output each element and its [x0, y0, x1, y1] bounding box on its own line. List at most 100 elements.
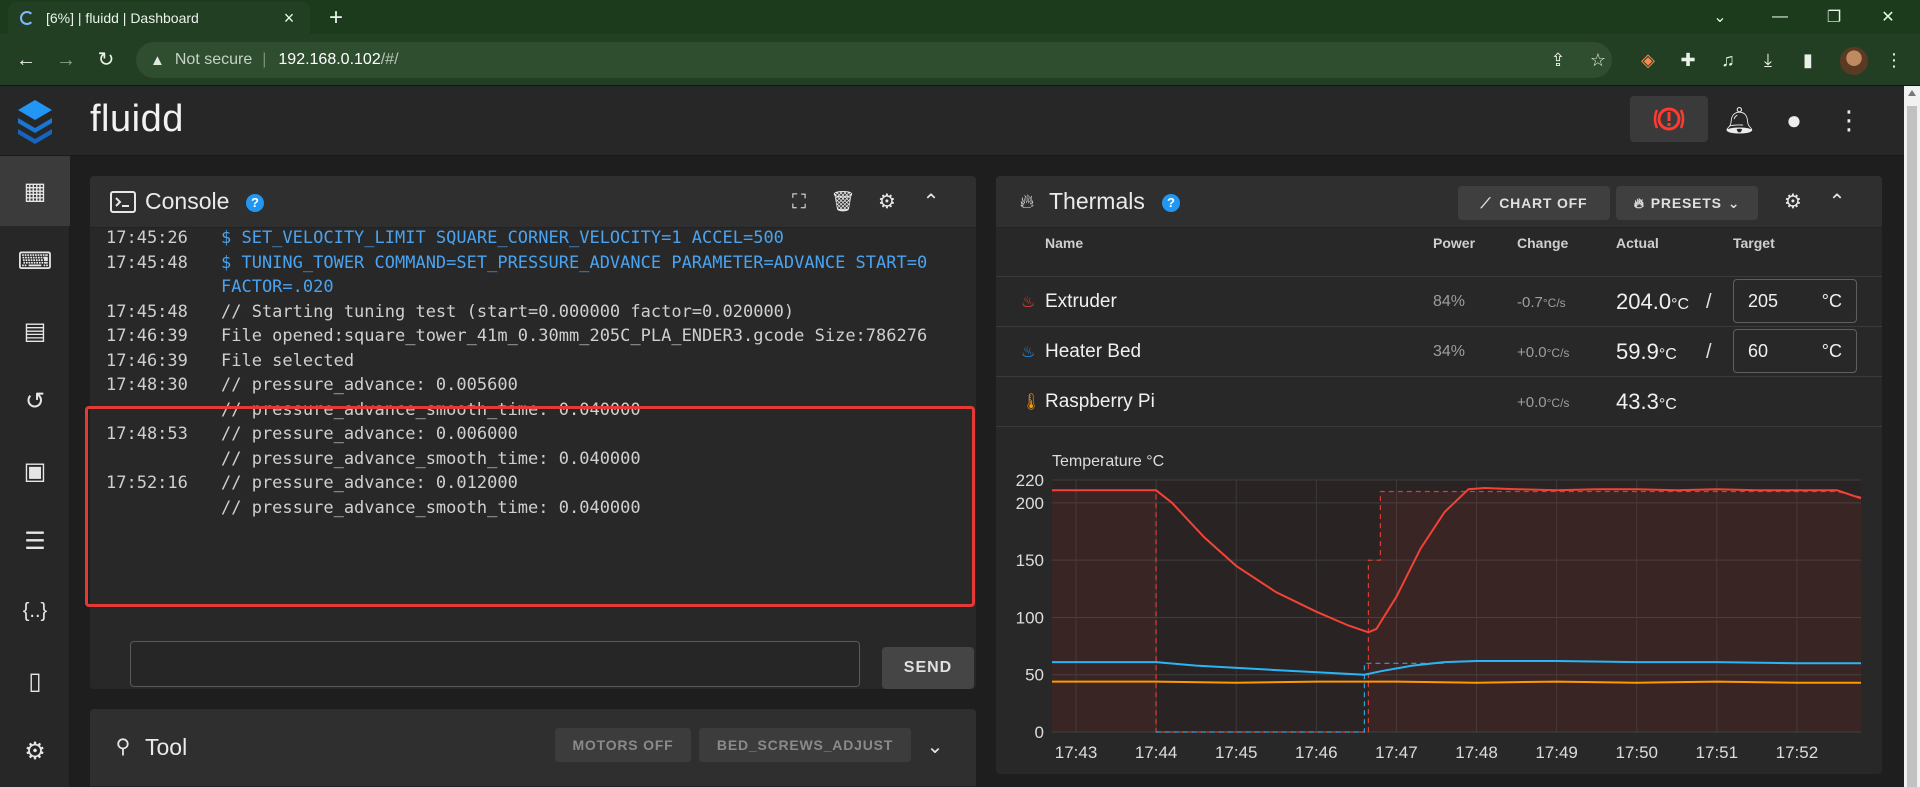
- thermal-row-heater-bed[interactable]: ♨ Heater Bed 34% +0.0°C/s 59.9°C / 60 °C: [996, 327, 1882, 377]
- page-scrollbar[interactable]: [1904, 86, 1920, 787]
- chart-off-label: CHART OFF: [1499, 195, 1588, 211]
- y-tick-label: 0: [1035, 723, 1044, 742]
- extensions-puzzle-icon[interactable]: ✚: [1674, 46, 1702, 74]
- warning-icon[interactable]: ▲: [150, 52, 165, 69]
- profile-avatar[interactable]: [1840, 47, 1868, 75]
- bed-screws-adjust-button[interactable]: BED_SCREWS_ADJUST: [699, 728, 911, 762]
- sidebar-item-jobs[interactable]: ▤: [0, 296, 70, 366]
- console-card: Console ? ⛶ 🗑︎ ⚙ ⌃ 17:45:26 $ SET_VELOCIT…: [90, 176, 976, 689]
- console-message: // pressure_advance_smooth_time: 0.04000…: [221, 448, 641, 469]
- header-change: Change: [1517, 235, 1569, 251]
- fluidd-logo-icon[interactable]: [14, 96, 56, 146]
- browser-tab-strip: [6%] | fluidd | Dashboard × + ⌄ — ❐ ✕: [0, 0, 1920, 34]
- sidebar-item-configuration[interactable]: {..}: [0, 576, 70, 646]
- send-button[interactable]: SEND: [882, 647, 974, 689]
- sidebar-item-history[interactable]: ↺: [0, 366, 70, 436]
- chart-y-ticks: 0 50 100 150 200 220: [1016, 471, 1044, 742]
- console-line: 17:46:39 File selected: [106, 351, 976, 377]
- console-icon: ⌨: [17, 247, 53, 275]
- bookmark-star-icon[interactable]: ☆: [1584, 46, 1612, 74]
- address-bar[interactable]: ▲ Not secure | 192.168.0.102/#/: [136, 42, 1612, 78]
- sidebar-item-timelapse[interactable]: ▣: [0, 436, 70, 506]
- reload-button[interactable]: ↻: [92, 46, 120, 74]
- console-timestamp: 17:45:26: [106, 228, 188, 248]
- close-tab-icon[interactable]: ×: [280, 8, 298, 29]
- sidebar-item-system[interactable]: ▯: [0, 646, 70, 716]
- download-icon[interactable]: ⤓: [1754, 46, 1782, 74]
- collapse-chevron-up-icon[interactable]: ⌃: [918, 189, 944, 215]
- row-actual: 43.3°C: [1616, 389, 1677, 415]
- url-path: /#/: [380, 51, 399, 68]
- chart-off-button[interactable]: ⟋ CHART OFF: [1458, 186, 1610, 220]
- row-name: Raspberry Pi: [1045, 391, 1155, 412]
- presets-chevron-down-icon: ⌄: [1727, 194, 1741, 211]
- expand-chevron-down-icon[interactable]: ⌄: [922, 734, 948, 760]
- extruder-target-input[interactable]: 205 °C: [1733, 279, 1857, 323]
- fire-icon: 🔥︎: [1019, 191, 1035, 213]
- x-tick-label: 17:44: [1135, 743, 1178, 762]
- heater-bed-target-input[interactable]: 60 °C: [1733, 329, 1857, 373]
- row-change-value: +0.0: [1517, 344, 1547, 361]
- thermals-settings-gear-icon[interactable]: ⚙: [1780, 189, 1806, 215]
- temperature-chart[interactable]: Temperature °C 050100150200220 17:43 17:4…: [996, 438, 1882, 762]
- fullscreen-icon[interactable]: ⛶: [786, 189, 812, 215]
- back-button[interactable]: ←: [12, 46, 40, 74]
- console-help-icon[interactable]: ?: [246, 194, 264, 212]
- sidebar-item-tune[interactable]: ☰: [0, 506, 70, 576]
- restore-button[interactable]: ❐: [1806, 0, 1862, 34]
- extension-icon[interactable]: ◈: [1634, 46, 1662, 74]
- console-line: 17:48:53 // pressure_advance: 0.006000: [106, 424, 976, 450]
- menu-kebab-icon[interactable]: ⋮: [1880, 46, 1908, 74]
- header-target: Target: [1733, 235, 1775, 251]
- thermal-row-extruder[interactable]: ♨ Extruder 84% -0.7°C/s 204.0°C / 205 °C: [996, 277, 1882, 327]
- scroll-up-arrow-icon[interactable]: [1908, 90, 1916, 96]
- console-message: File selected: [221, 350, 355, 371]
- user-account-icon[interactable]: ●: [1778, 104, 1810, 136]
- app-menu-kebab-icon[interactable]: ⋮: [1833, 104, 1865, 136]
- row-change: +0.0°C/s: [1517, 394, 1569, 411]
- app-name: fluidd: [90, 98, 184, 140]
- dashboard-icon: ▦: [23, 177, 47, 205]
- console-settings-gear-icon[interactable]: ⚙: [874, 189, 900, 215]
- tool-header: ⚲ Tool MOTORS OFF BED_SCREWS_ADJUST ⌄: [90, 709, 976, 787]
- forward-button[interactable]: →: [52, 46, 80, 74]
- motors-off-button[interactable]: MOTORS OFF: [555, 728, 691, 762]
- console-output[interactable]: 17:45:26 $ SET_VELOCITY_LIMIT SQUARE_CORN…: [106, 228, 976, 603]
- media-queue-icon[interactable]: ♫: [1714, 46, 1742, 74]
- scrollbar-thumb[interactable]: [1907, 106, 1917, 787]
- browser-tab[interactable]: [6%] | fluidd | Dashboard ×: [8, 2, 310, 34]
- console-timestamp: 17:52:16: [106, 473, 188, 493]
- thermal-row-raspberry-pi[interactable]: 🌡︎ Raspberry Pi +0.0°C/s 43.3°C: [996, 377, 1882, 427]
- side-panel-icon[interactable]: ▮: [1794, 46, 1822, 74]
- minimize-button[interactable]: —: [1752, 0, 1808, 34]
- clear-trash-icon[interactable]: 🗑︎: [830, 189, 856, 215]
- url-host: 192.168.0.102: [278, 51, 381, 68]
- console-timestamp: [106, 449, 221, 475]
- not-secure-label[interactable]: Not secure: [175, 51, 252, 69]
- browser-toolbar: ← → ↻ ▲ Not secure | 192.168.0.102/#/ ⇪ …: [0, 34, 1920, 86]
- row-change: +0.0°C/s: [1517, 344, 1569, 361]
- sidebar-item-dashboard[interactable]: ▦: [0, 156, 70, 226]
- y-tick-label: 100: [1016, 608, 1044, 627]
- console-timestamp: 17:48:53: [106, 424, 188, 444]
- sidebar-item-console[interactable]: ⌨: [0, 226, 70, 296]
- console-command-input[interactable]: [130, 641, 860, 687]
- sidebar-item-settings[interactable]: ⚙: [0, 716, 70, 786]
- presets-button[interactable]: 🔥︎ PRESETS ⌄: [1616, 186, 1758, 220]
- new-tab-button[interactable]: +: [322, 4, 350, 32]
- close-window-button[interactable]: ✕: [1860, 0, 1916, 34]
- console-message: // Starting tuning test (start=0.000000 …: [221, 301, 795, 322]
- thermals-help-icon[interactable]: ?: [1162, 194, 1180, 212]
- share-icon[interactable]: ⇪: [1544, 46, 1572, 74]
- console-message: FACTOR=.020: [221, 277, 334, 297]
- console-message: // pressure_advance_smooth_time: 0.04000…: [221, 399, 641, 420]
- notifications-bell-icon[interactable]: 🔔︎: [1723, 104, 1756, 136]
- app-bar: fluidd 🔔︎ ● ⋮: [0, 86, 1904, 156]
- thermals-collapse-chevron-up-icon[interactable]: ⌃: [1824, 189, 1850, 215]
- x-tick-label: 17:43: [1055, 743, 1098, 762]
- url-text[interactable]: 192.168.0.102/#/: [278, 51, 398, 69]
- tab-search-chevron-icon[interactable]: ⌄: [1692, 0, 1748, 34]
- x-tick-label: 17:48: [1455, 743, 1498, 762]
- emergency-stop-button[interactable]: [1630, 96, 1708, 142]
- sidebar-nav: ▦ ⌨ ▤ ↺ ▣ ☰ {..} ▯ ⚙: [0, 156, 70, 787]
